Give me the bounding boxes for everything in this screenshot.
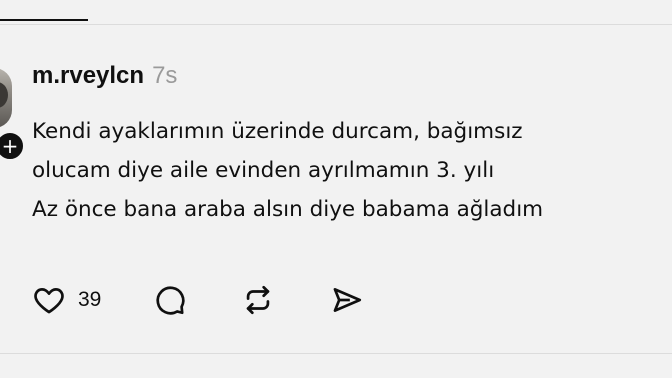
- reply-button[interactable]: [153, 282, 187, 318]
- send-icon: [329, 283, 365, 317]
- post-actions: 39: [32, 282, 365, 318]
- bottom-divider: [0, 353, 672, 354]
- like-count: 39: [78, 288, 102, 311]
- like-button[interactable]: 39: [32, 282, 101, 318]
- post-text: Kendi ayaklarımın üzerinde durcam, bağım…: [32, 112, 672, 229]
- active-tab-indicator: [0, 19, 88, 21]
- thread-post: + m.rveylcn 7s Kendi ayaklarımın üzerind…: [0, 0, 672, 378]
- avatar[interactable]: [0, 68, 12, 128]
- share-button[interactable]: [329, 282, 365, 318]
- repost-button[interactable]: [241, 282, 275, 318]
- comment-icon: [153, 283, 187, 317]
- post-text-line: Kendi ayaklarımın üzerinde durcam, bağım…: [32, 119, 523, 144]
- post-text-line: olucam diye aile evinden ayrılmamın 3. y…: [32, 158, 495, 183]
- repost-icon: [241, 283, 275, 317]
- top-divider: [0, 24, 672, 25]
- heart-icon: [32, 283, 66, 317]
- post-text-line: Az önce bana araba alsın diye babama ağl…: [32, 197, 544, 222]
- post-header: m.rveylcn 7s: [32, 62, 177, 94]
- username[interactable]: m.rveylcn: [32, 62, 144, 90]
- post-timestamp: 7s: [152, 62, 178, 89]
- follow-plus-button[interactable]: +: [0, 130, 26, 162]
